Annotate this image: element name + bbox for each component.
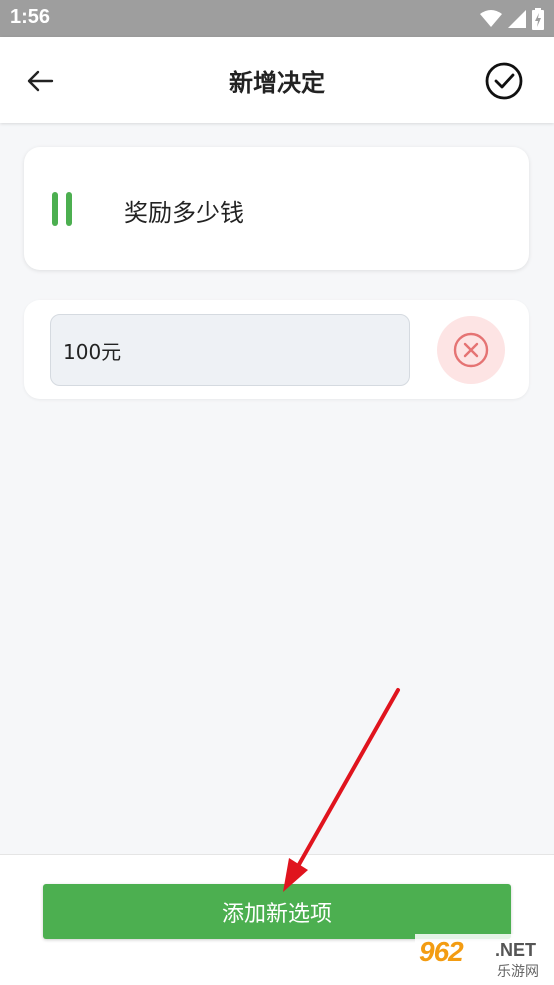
page-title: 新增决定 (229, 69, 325, 97)
app-bar: 新增决定 (0, 37, 554, 123)
confirm-button[interactable] (484, 61, 524, 101)
status-icons (480, 8, 544, 30)
close-circle-icon (453, 332, 489, 368)
drag-handle-icon[interactable] (52, 192, 74, 226)
watermark-number: 962 (419, 936, 464, 967)
remove-option-button[interactable] (437, 316, 505, 384)
option-input[interactable] (50, 314, 410, 386)
question-text[interactable]: 奖励多少钱 (124, 193, 244, 228)
watermark-net: .NET (495, 940, 537, 960)
option-item (24, 300, 529, 399)
check-circle-icon (485, 62, 523, 100)
status-bar: 1:56 (0, 0, 554, 37)
watermark-logo: 962 .NET 乐游网 (415, 934, 550, 982)
watermark-site: 乐游网 (497, 964, 539, 980)
wifi-icon (480, 10, 502, 27)
question-card: 奖励多少钱 (24, 147, 529, 270)
signal-icon (508, 10, 526, 28)
add-option-button[interactable]: 添加新选项 (43, 884, 511, 939)
battery-icon (532, 8, 544, 30)
status-time: 1:56 (10, 6, 51, 28)
